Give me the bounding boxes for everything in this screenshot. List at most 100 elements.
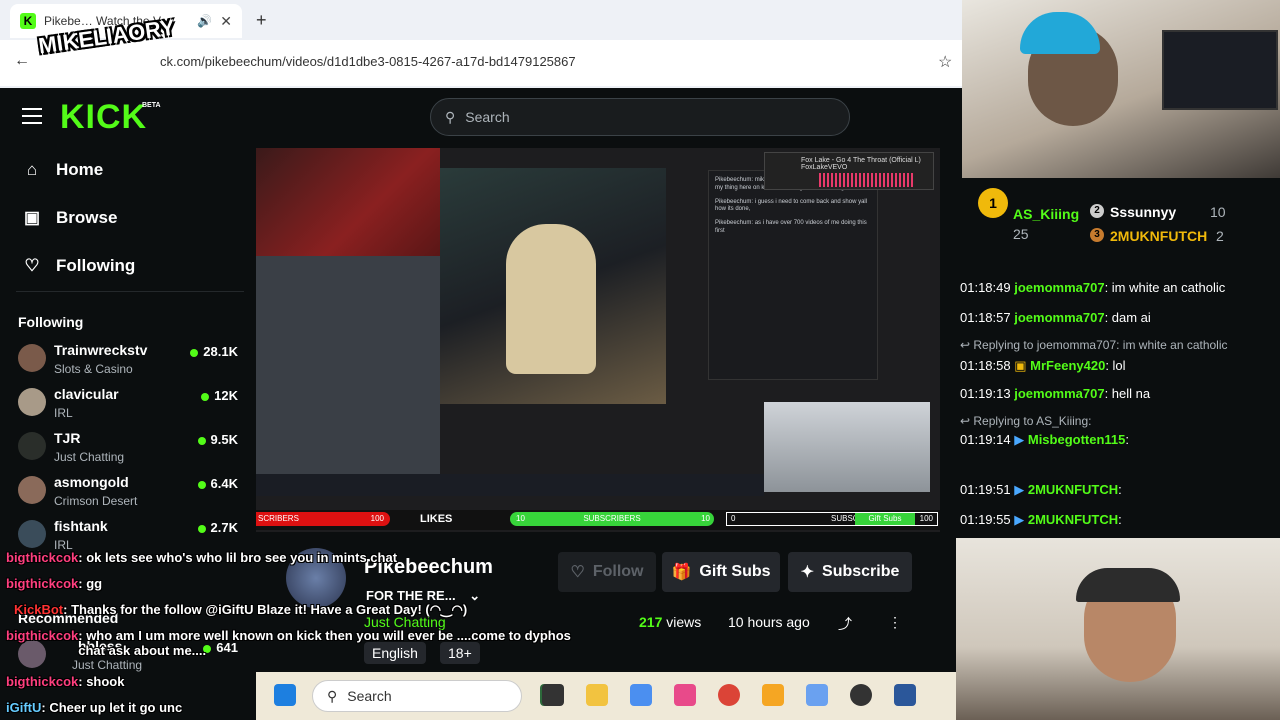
video-chat-line: Pikebeechum: i guess i need to come back… [715,198,868,213]
leaderboard-count: 25 [1013,226,1029,242]
windows-start-icon[interactable] [274,684,296,706]
speaker-icon[interactable]: 🔊 [197,14,212,28]
app-icon[interactable] [674,684,696,706]
video-player[interactable]: Pikebeechum: mike wants to be me so bad … [256,148,940,532]
taskbar-search-label: Search [347,688,392,704]
timestamp: 01:19:14 [960,432,1011,447]
task-view-icon[interactable] [542,684,564,706]
close-tab-icon[interactable]: ✕ [220,13,232,30]
following-item[interactable]: Trainwreckstv Slots & Casino 28.1K [18,342,240,382]
chat-username[interactable]: joemomma707 [1014,310,1104,325]
reply-text: Replying to AS_Kiiing: [973,414,1092,428]
nav-home-label: Home [56,160,104,179]
menu-icon[interactable] [22,108,42,124]
more-options-icon[interactable]: ⋮ [888,614,902,631]
subscribers-goal-green: 10 SUBSCRIBERS 10 [510,512,714,526]
app-icon[interactable] [762,684,784,706]
gift-subs-button[interactable]: 🎁 Gift Subs [662,552,780,592]
chat-message[interactable]: 01:18:57 joemomma707: dam ai [960,310,1280,325]
nav-home[interactable]: ⌂ Home [22,160,103,180]
goal-value: 100 [370,514,384,523]
gift-icon: 🎁 [671,564,692,581]
kick-logo[interactable]: KICK [60,98,147,137]
nav-following[interactable]: ♡ Following [22,256,135,276]
posted-time: 10 hours ago [728,614,810,630]
overlay-chat-line: bigthickcok: gg [6,576,102,591]
reply-indicator: ↩ Replying to AS_Kiiing: [960,414,1092,428]
chat-message[interactable]: 01:19:14 ▶ Misbegotten115: [960,432,1280,448]
nav-browse[interactable]: ▣ Browse [22,208,117,228]
video-clip-couch [256,148,440,256]
chat-username[interactable]: MrFeeny420 [1030,358,1105,373]
bookmark-star-icon[interactable]: ☆ [938,52,952,72]
rank-badge: 3 [1090,228,1104,242]
back-arrow-icon[interactable]: ← [14,52,30,70]
overlay-logo-text: MIKELIAORY [36,14,177,59]
file-explorer-icon[interactable] [586,684,608,706]
timestamp: 01:19:55 [960,512,1011,527]
chat-username[interactable]: 2MUKNFUTCH [1028,512,1118,527]
copilot-icon[interactable] [630,684,652,706]
chat-message[interactable]: 01:18:49 joemomma707: im white an cathol… [960,280,1280,295]
chat-username[interactable]: 2MUKNFUTCH [1028,482,1118,497]
chat-message[interactable]: 01:18:58 ▣ MrFeeny420: lol [960,358,1280,374]
overlay-user: KickBot [14,602,64,617]
chat-text: : [1125,432,1130,447]
video-chat-box: Pikebeechum: mike wants to be me so bad … [708,170,878,380]
views-number: 217 [639,614,663,630]
gift-subs-goal: Gift Subs [855,513,915,525]
search-input[interactable]: ⚲ Search [430,98,850,136]
overlay-chat-line: KickBot: Thanks for the follow @iGiftU B… [14,602,467,618]
chat-message[interactable]: 01:19:55 ▶ 2MUKNFUTCH: [960,512,1280,528]
timestamp: 01:19:51 [960,482,1011,497]
video-chat-line: Pikebeechum: as i have over 700 videos o… [715,220,867,234]
mikeliaory-overlay-logo: MIKELIAORY [34,15,176,96]
sparkle-icon: ✦ [800,564,815,581]
timestamp: 01:19:13 [960,386,1011,401]
following-item[interactable]: asmongold Crimson Desert 6.4K [18,474,240,514]
word-icon[interactable] [894,684,916,706]
overlay-user: bigthickcok [6,550,79,565]
timestamp: 01:18:57 [960,310,1011,325]
search-placeholder: Search [465,109,510,125]
share-icon[interactable]: ⤴ [838,614,852,634]
chat-text: : [1118,512,1122,527]
views-label: views [666,614,702,630]
subscribe-button[interactable]: ✦ Subscribe [788,552,912,592]
webcam-cap [1076,568,1180,602]
music-title: Fox Lake - Go 4 The Throat (Official L) [801,157,921,164]
channel-name: fishtank [54,518,108,534]
following-item[interactable]: clavicular IRL 12K [18,386,240,426]
chat-message[interactable]: 01:19:13 joemomma707: hell na [960,386,1280,401]
goal-right: 10 [701,514,710,523]
url-text[interactable]: ck.com/pikebeechum/videos/d1d1dbe3-0815-… [160,54,576,69]
obs-icon[interactable] [850,684,872,706]
taskbar-search[interactable]: ⚲ Search [312,680,522,712]
app-icon[interactable] [806,684,828,706]
search-icon: ⚲ [445,108,456,125]
rank-badge: 2 [1090,204,1104,218]
home-icon: ⌂ [26,160,38,179]
new-tab-button[interactable]: + [256,10,267,31]
overlay-text: : who am I um more well known on kick th… [78,628,571,658]
overlay-chat-line: bigthickcok: who am I um more well known… [6,628,598,658]
sidebar-divider [16,291,244,292]
music-artist: FoxLakeVEVO [801,164,848,171]
chat-text: : [1118,482,1122,497]
badge-icon: ▶ [1014,432,1025,447]
beta-badge: BETA [142,102,161,109]
chat-message[interactable]: 01:19:51 ▶ 2MUKNFUTCH: [960,482,1280,498]
channel-category: Just Chatting [54,450,125,464]
following-item[interactable]: TJR Just Chatting 9.5K [18,430,240,470]
follow-button[interactable]: ♡ Follow [558,552,656,592]
chat-username[interactable]: joemomma707 [1014,386,1104,401]
webcam-monitor [1162,30,1278,110]
chat-username[interactable]: joemomma707 [1014,280,1104,295]
badge-icon: ▶ [1014,482,1025,497]
chat-username[interactable]: Misbegotten115 [1028,432,1126,447]
music-widget: Fox Lake - Go 4 The Throat (Official L) … [764,152,934,190]
reply-indicator: ↩ Replying to joemomma707: im white an c… [960,338,1228,352]
chrome-icon[interactable] [718,684,740,706]
overlay-user: bigthickcok [6,576,79,591]
chat-text: : dam ai [1104,310,1151,325]
